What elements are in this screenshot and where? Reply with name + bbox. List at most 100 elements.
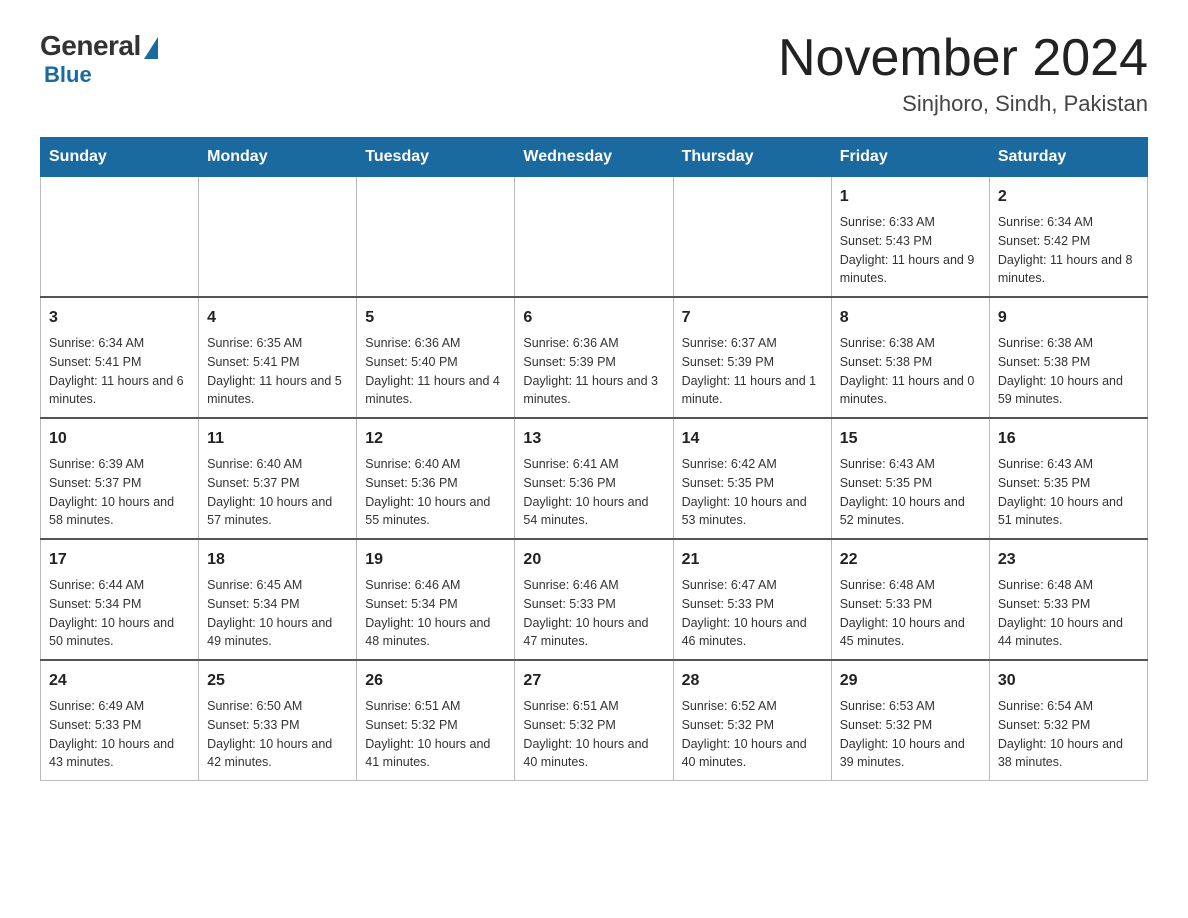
calendar-cell: 20 Sunrise: 6:46 AMSunset: 5:33 PMDayligh…: [515, 539, 673, 660]
day-info: Sunrise: 6:43 AMSunset: 5:35 PMDaylight:…: [998, 455, 1139, 530]
calendar-cell: 19 Sunrise: 6:46 AMSunset: 5:34 PMDayligh…: [357, 539, 515, 660]
calendar-cell: 5Sunrise: 6:36 AMSunset: 5:40 PMDaylight…: [357, 297, 515, 418]
calendar-cell: 9 Sunrise: 6:38 AMSunset: 5:38 PMDaylight…: [989, 297, 1147, 418]
day-info: Sunrise: 6:43 AMSunset: 5:35 PMDaylight:…: [840, 455, 981, 530]
day-info: Sunrise: 6:38 AMSunset: 5:38 PMDaylight:…: [998, 334, 1139, 409]
day-info: Sunrise: 6:40 AMSunset: 5:36 PMDaylight:…: [365, 455, 506, 530]
calendar-cell: 15 Sunrise: 6:43 AMSunset: 5:35 PMDayligh…: [831, 418, 989, 539]
day-info: Sunrise: 6:36 AMSunset: 5:39 PMDaylight:…: [523, 334, 664, 409]
calendar-cell: 10 Sunrise: 6:39 AMSunset: 5:37 PMDayligh…: [41, 418, 199, 539]
day-number: 8: [840, 306, 981, 330]
day-number: 23: [998, 548, 1139, 572]
calendar-cell: 16Sunrise: 6:43 AMSunset: 5:35 PMDayligh…: [989, 418, 1147, 539]
day-info: Sunrise: 6:51 AMSunset: 5:32 PMDaylight:…: [523, 697, 664, 772]
day-info: Sunrise: 6:42 AMSunset: 5:35 PMDaylight:…: [682, 455, 823, 530]
calendar-cell: 21 Sunrise: 6:47 AMSunset: 5:33 PMDayligh…: [673, 539, 831, 660]
calendar-row-3: 17 Sunrise: 6:44 AMSunset: 5:34 PMDayligh…: [41, 539, 1148, 660]
day-number: 2: [998, 185, 1139, 209]
calendar-cell: 28Sunrise: 6:52 AMSunset: 5:32 PMDayligh…: [673, 660, 831, 781]
title-section: November 2024 Sinjhoro, Sindh, Pakistan: [778, 30, 1148, 117]
day-info: Sunrise: 6:34 AMSunset: 5:41 PMDaylight:…: [49, 334, 190, 409]
day-info: Sunrise: 6:46 AMSunset: 5:34 PMDaylight:…: [365, 576, 506, 651]
day-number: 7: [682, 306, 823, 330]
day-info: Sunrise: 6:48 AMSunset: 5:33 PMDaylight:…: [840, 576, 981, 651]
day-number: 22: [840, 548, 981, 572]
day-number: 19: [365, 548, 506, 572]
calendar-header-saturday: Saturday: [989, 138, 1147, 177]
day-number: 29: [840, 669, 981, 693]
day-number: 21: [682, 548, 823, 572]
day-info: Sunrise: 6:39 AMSunset: 5:37 PMDaylight:…: [49, 455, 190, 530]
calendar-cell: 17 Sunrise: 6:44 AMSunset: 5:34 PMDayligh…: [41, 539, 199, 660]
day-info: Sunrise: 6:34 AMSunset: 5:42 PMDaylight:…: [998, 213, 1139, 288]
calendar-cell: 12 Sunrise: 6:40 AMSunset: 5:36 PMDayligh…: [357, 418, 515, 539]
day-number: 17: [49, 548, 190, 572]
day-info: Sunrise: 6:54 AMSunset: 5:32 PMDaylight:…: [998, 697, 1139, 772]
day-info: Sunrise: 6:44 AMSunset: 5:34 PMDaylight:…: [49, 576, 190, 651]
calendar-cell: 8 Sunrise: 6:38 AMSunset: 5:38 PMDaylight…: [831, 297, 989, 418]
calendar-cell: 24Sunrise: 6:49 AMSunset: 5:33 PMDayligh…: [41, 660, 199, 781]
calendar-header-friday: Friday: [831, 138, 989, 177]
calendar-cell: 4 Sunrise: 6:35 AMSunset: 5:41 PMDaylight…: [199, 297, 357, 418]
calendar-cell: 13 Sunrise: 6:41 AMSunset: 5:36 PMDayligh…: [515, 418, 673, 539]
logo-triangle-icon: [144, 37, 158, 59]
calendar-cell: 11 Sunrise: 6:40 AMSunset: 5:37 PMDayligh…: [199, 418, 357, 539]
calendar-cell: 29 Sunrise: 6:53 AMSunset: 5:32 PMDayligh…: [831, 660, 989, 781]
day-number: 12: [365, 427, 506, 451]
day-info: Sunrise: 6:38 AMSunset: 5:38 PMDaylight:…: [840, 334, 981, 409]
calendar-cell: 26 Sunrise: 6:51 AMSunset: 5:32 PMDayligh…: [357, 660, 515, 781]
calendar-table: SundayMondayTuesdayWednesdayThursdayFrid…: [40, 137, 1148, 781]
calendar-cell: 14 Sunrise: 6:42 AMSunset: 5:35 PMDayligh…: [673, 418, 831, 539]
day-number: 1: [840, 185, 981, 209]
day-info: Sunrise: 6:48 AMSunset: 5:33 PMDaylight:…: [998, 576, 1139, 651]
calendar-cell: [199, 177, 357, 298]
day-info: Sunrise: 6:40 AMSunset: 5:37 PMDaylight:…: [207, 455, 348, 530]
calendar-cell: [673, 177, 831, 298]
day-number: 3: [49, 306, 190, 330]
calendar-row-0: 1 Sunrise: 6:33 AMSunset: 5:43 PMDaylight…: [41, 177, 1148, 298]
month-title: November 2024: [778, 30, 1148, 87]
logo-blue-text: Blue: [44, 62, 92, 88]
calendar-cell: 1 Sunrise: 6:33 AMSunset: 5:43 PMDaylight…: [831, 177, 989, 298]
day-info: Sunrise: 6:51 AMSunset: 5:32 PMDaylight:…: [365, 697, 506, 772]
day-number: 5: [365, 306, 506, 330]
day-info: Sunrise: 6:53 AMSunset: 5:32 PMDaylight:…: [840, 697, 981, 772]
calendar-cell: 3 Sunrise: 6:34 AMSunset: 5:41 PMDaylight…: [41, 297, 199, 418]
day-info: Sunrise: 6:49 AMSunset: 5:33 PMDaylight:…: [49, 697, 190, 772]
day-number: 14: [682, 427, 823, 451]
calendar-cell: [41, 177, 199, 298]
calendar-row-4: 24Sunrise: 6:49 AMSunset: 5:33 PMDayligh…: [41, 660, 1148, 781]
calendar-cell: [357, 177, 515, 298]
day-number: 4: [207, 306, 348, 330]
calendar-cell: 18Sunrise: 6:45 AMSunset: 5:34 PMDayligh…: [199, 539, 357, 660]
calendar-row-1: 3 Sunrise: 6:34 AMSunset: 5:41 PMDaylight…: [41, 297, 1148, 418]
day-info: Sunrise: 6:33 AMSunset: 5:43 PMDaylight:…: [840, 213, 981, 288]
page-header: General Blue November 2024 Sinjhoro, Sin…: [40, 30, 1148, 117]
calendar-header-tuesday: Tuesday: [357, 138, 515, 177]
logo: General Blue: [40, 30, 158, 88]
calendar-header-monday: Monday: [199, 138, 357, 177]
calendar-cell: 22 Sunrise: 6:48 AMSunset: 5:33 PMDayligh…: [831, 539, 989, 660]
calendar-header-thursday: Thursday: [673, 138, 831, 177]
day-number: 26: [365, 669, 506, 693]
logo-general-text: General: [40, 30, 141, 62]
calendar-header-wednesday: Wednesday: [515, 138, 673, 177]
day-number: 6: [523, 306, 664, 330]
day-number: 20: [523, 548, 664, 572]
day-info: Sunrise: 6:35 AMSunset: 5:41 PMDaylight:…: [207, 334, 348, 409]
calendar-header-sunday: Sunday: [41, 138, 199, 177]
day-number: 10: [49, 427, 190, 451]
day-number: 9: [998, 306, 1139, 330]
day-number: 11: [207, 427, 348, 451]
day-number: 15: [840, 427, 981, 451]
day-info: Sunrise: 6:47 AMSunset: 5:33 PMDaylight:…: [682, 576, 823, 651]
day-info: Sunrise: 6:50 AMSunset: 5:33 PMDaylight:…: [207, 697, 348, 772]
calendar-cell: 27Sunrise: 6:51 AMSunset: 5:32 PMDayligh…: [515, 660, 673, 781]
day-info: Sunrise: 6:46 AMSunset: 5:33 PMDaylight:…: [523, 576, 664, 651]
calendar-cell: 23 Sunrise: 6:48 AMSunset: 5:33 PMDayligh…: [989, 539, 1147, 660]
day-number: 13: [523, 427, 664, 451]
calendar-cell: 2 Sunrise: 6:34 AMSunset: 5:42 PMDaylight…: [989, 177, 1147, 298]
location-text: Sinjhoro, Sindh, Pakistan: [778, 91, 1148, 117]
calendar-cell: 25Sunrise: 6:50 AMSunset: 5:33 PMDayligh…: [199, 660, 357, 781]
day-info: Sunrise: 6:41 AMSunset: 5:36 PMDaylight:…: [523, 455, 664, 530]
